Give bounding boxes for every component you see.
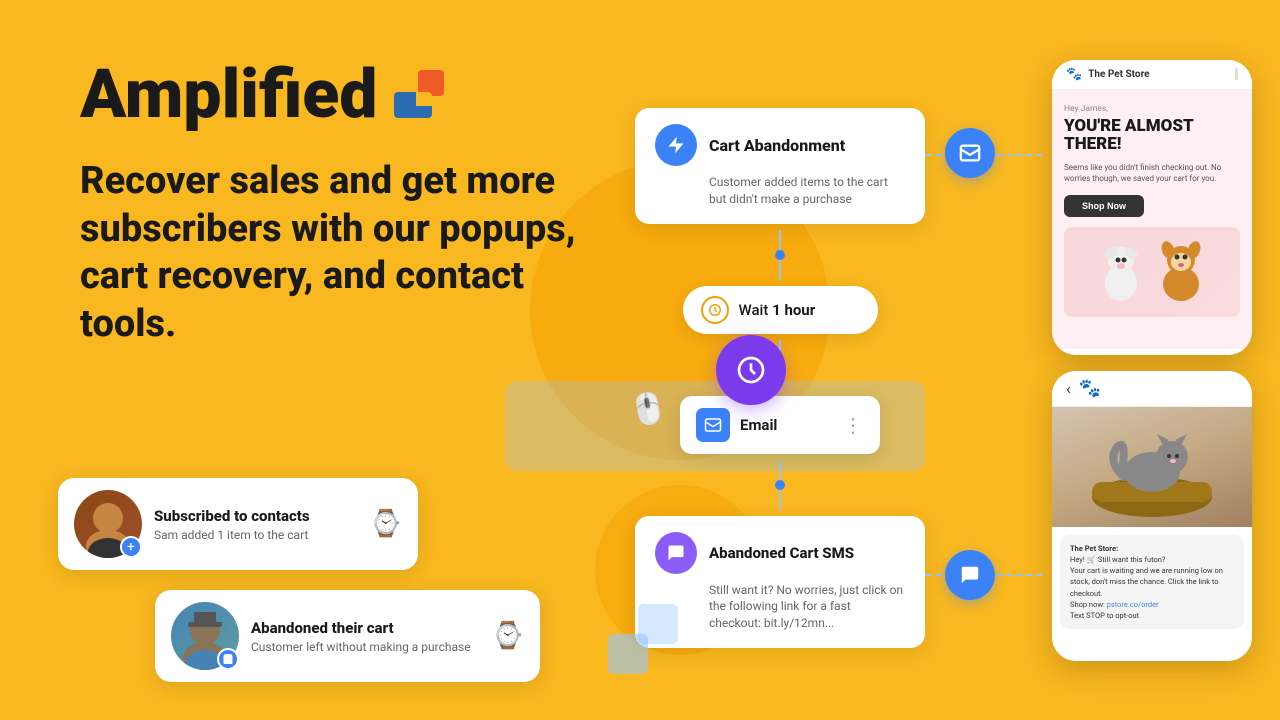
- sms-title: Abandoned Cart SMS: [709, 544, 854, 562]
- email-section: Email ⋮: [635, 396, 925, 454]
- phone-bottom: ‹ 🐾: [1052, 371, 1252, 661]
- phone-email-body: Hey James, YOU'RE ALMOST THERE! Seems li…: [1052, 90, 1252, 349]
- activity-card-1: + Subscribed to contacts Sam added 1 ite…: [58, 478, 418, 570]
- activity-info-1: Subscribed to contacts Sam added 1 item …: [154, 507, 358, 542]
- hero-tagline: Recover sales and get more subscribers w…: [80, 158, 600, 348]
- phone-scrollbar: [1235, 68, 1238, 80]
- email-menu-dots[interactable]: ⋮: [843, 415, 864, 435]
- email-right-icon: [959, 142, 981, 164]
- logo-row: Amplified: [80, 60, 600, 128]
- conn-line-6: [779, 490, 781, 510]
- hero-section: Amplified Recover sales and get more sub…: [80, 60, 600, 348]
- cart-abandonment-title: Cart Abandonment: [709, 136, 845, 155]
- sms-icon: [666, 543, 686, 563]
- connector-1: [635, 224, 925, 286]
- phone-dogs-image: [1064, 227, 1240, 317]
- clock-svg: [708, 303, 722, 317]
- wait-hour-pill: Wait 1 hour: [683, 286, 878, 334]
- sms-card-header: Abandoned Cart SMS: [655, 532, 905, 574]
- conn-dot-1: [775, 250, 785, 260]
- dashed-to-phone-top: [997, 154, 1042, 156]
- watch-icon-1: ⌚: [370, 509, 402, 539]
- email-icon: [704, 416, 722, 434]
- phone-body-text: Seems like you didn't finish checking ou…: [1064, 162, 1240, 185]
- card-header: Cart Abandonment: [655, 124, 905, 166]
- activity-avatar-1-container: +: [74, 490, 142, 558]
- cart-abandonment-desc: Customer added items to the cart but did…: [655, 174, 905, 208]
- cart-abandonment-card: Cart Abandonment Customer added items to…: [635, 108, 925, 224]
- activity-title-1: Subscribed to contacts: [154, 507, 358, 525]
- lightning-icon: [666, 135, 686, 155]
- wait-bold: 1 hour: [772, 301, 815, 319]
- cart-icon-badge: [217, 648, 239, 670]
- logo-text: Amplified: [80, 60, 378, 128]
- email-label: Email: [740, 416, 777, 434]
- phone-bottom-icon: 🐾: [1079, 378, 1101, 399]
- wait-label: Wait: [739, 301, 773, 319]
- white-dog-svg: [1096, 238, 1146, 303]
- phone-shop-btn[interactable]: Shop Now: [1064, 195, 1144, 217]
- activity-subtitle-2: Customer left without making a purchase: [251, 640, 480, 654]
- email-card-left: Email: [696, 408, 777, 442]
- activity-avatar-2-container: [171, 602, 239, 670]
- cart-icon-circle: [655, 124, 697, 166]
- cat-on-bed-svg: [1077, 412, 1227, 522]
- sms-link[interactable]: pstore.co/order: [1107, 600, 1159, 609]
- conn-line-1: [779, 230, 781, 250]
- activity-info-2: Abandoned their cart Customer left witho…: [251, 619, 480, 654]
- conn-line-2: [779, 260, 781, 280]
- conn-dot-3: [775, 480, 785, 490]
- activity-subtitle-1: Sam added 1 item to the cart: [154, 528, 358, 542]
- phone-status-bar: 🐾 The Pet Store: [1052, 60, 1252, 90]
- sms-bubble: The Pet Store: Hey! 🛒 Still want this fu…: [1060, 535, 1244, 630]
- email-card[interactable]: Email ⋮: [680, 396, 880, 454]
- logo-icon-blue: [394, 92, 432, 118]
- add-icon-badge: +: [120, 536, 142, 558]
- phone-top: 🐾 The Pet Store Hey James, YOU'RE ALMOST…: [1052, 60, 1252, 355]
- clock-purple-icon: [735, 354, 767, 386]
- logo-icon-notch: [416, 92, 432, 106]
- plus-icon: +: [127, 540, 135, 554]
- dog-2: [1154, 238, 1209, 307]
- email-icon-box: [696, 408, 730, 442]
- phone-paw-icon: 🐾: [1066, 67, 1082, 82]
- logo-icon: [394, 70, 444, 118]
- activity-title-2: Abandoned their cart: [251, 619, 480, 637]
- dog-1: [1096, 238, 1146, 307]
- chat-right-circle: [945, 550, 995, 600]
- phone-nav-bar: ‹ 🐾: [1052, 371, 1252, 407]
- clock-icon: [701, 296, 729, 324]
- phone-headline: YOU'RE ALMOST THERE!: [1064, 117, 1240, 154]
- corgi-svg: [1154, 238, 1209, 303]
- phone-product-image: [1052, 407, 1252, 527]
- activity-card-2: Abandoned their cart Customer left witho…: [155, 590, 540, 682]
- phone-store-name: The Pet Store: [1088, 69, 1149, 80]
- phone-back-arrow[interactable]: ‹: [1066, 379, 1071, 398]
- cat-bg: [1052, 407, 1252, 527]
- cart-badge-svg: [222, 653, 234, 665]
- deco-svg: [608, 604, 688, 684]
- wait-hour-text: Wait 1 hour: [739, 301, 816, 319]
- sms-desc: Still want it? No worries, just click on…: [655, 582, 905, 632]
- clock-purple-circle: [716, 335, 786, 405]
- deco-shapes: [608, 604, 688, 688]
- sms-icon-circle: [655, 532, 697, 574]
- phone-greeting: Hey James,: [1064, 104, 1240, 114]
- phones-container: 🐾 The Pet Store Hey James, YOU'RE ALMOST…: [1052, 10, 1262, 710]
- chat-right-icon: [959, 564, 981, 586]
- dashed-to-phone-bottom: [997, 574, 1042, 576]
- watch-icon-2: ⌚: [492, 621, 524, 651]
- email-right-circle: [945, 128, 995, 178]
